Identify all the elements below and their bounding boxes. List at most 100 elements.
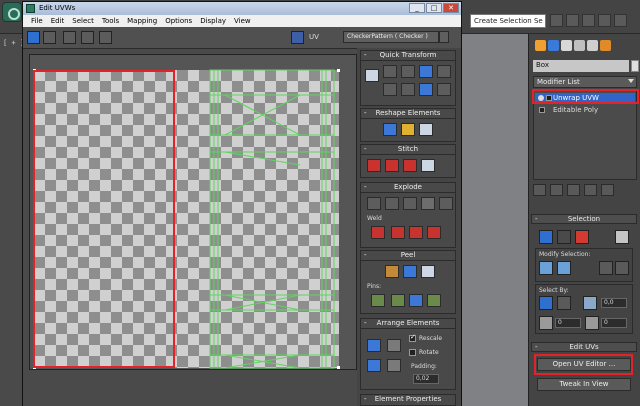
space-vertical-icon[interactable] [401, 83, 415, 96]
tweak-in-view-button[interactable]: Tweak In View [537, 378, 631, 391]
object-color-swatch[interactable] [631, 60, 639, 72]
stitch-settings-icon[interactable] [421, 159, 435, 172]
relax-settings-icon[interactable] [419, 123, 433, 136]
checkbox-checked-icon[interactable] [409, 333, 416, 342]
modifier-toggle-icon[interactable] [539, 107, 545, 113]
mirror-tool-icon[interactable] [99, 31, 112, 44]
point-ring-icon[interactable] [585, 316, 599, 330]
weld-target-icon[interactable] [371, 226, 385, 239]
create-tab-icon[interactable] [535, 40, 546, 51]
pack-normalize-icon[interactable] [367, 339, 381, 352]
align-vertical-icon[interactable] [401, 65, 415, 78]
edge-mode-icon[interactable] [557, 230, 571, 244]
menu-options[interactable]: Options [161, 15, 196, 27]
loop-value-b-field[interactable]: 0 [601, 318, 627, 328]
menu-tools[interactable]: Tools [98, 15, 123, 27]
motion-tab-icon[interactable] [574, 40, 585, 51]
chevron-down-icon[interactable] [439, 31, 449, 43]
edit-uvs-rollout-header[interactable]: - Edit UVs [531, 342, 637, 352]
maximize-button[interactable]: □ [426, 3, 442, 13]
peel-mode-icon[interactable] [403, 265, 417, 278]
break-by-smoothing-icon[interactable] [403, 197, 417, 210]
menu-edit[interactable]: Edit [47, 15, 69, 27]
explode-settings-icon[interactable] [439, 197, 453, 210]
make-unique-icon[interactable] [567, 184, 580, 196]
modifier-list-dropdown[interactable]: Modifier List [533, 76, 637, 88]
grow-selection-icon[interactable] [539, 261, 553, 275]
window-titlebar[interactable]: Edit UVWs _ □ ✕ [23, 2, 461, 15]
loop-selection-icon[interactable] [599, 261, 613, 275]
scale-tool-icon[interactable] [63, 31, 76, 44]
section-header[interactable]: - Arrange Elements [361, 319, 455, 329]
point-loop-icon[interactable] [539, 316, 553, 330]
select-pinned-icon[interactable] [427, 294, 441, 307]
show-end-result-icon[interactable] [550, 184, 563, 196]
render-icon[interactable] [614, 14, 627, 27]
rotate-checkbox[interactable]: Rotate [409, 349, 439, 356]
rescale-elements-icon[interactable] [367, 359, 381, 372]
viewport[interactable] [460, 34, 528, 406]
pack-settings-icon[interactable] [387, 359, 401, 372]
menu-display[interactable]: Display [196, 15, 230, 27]
uv-editor-viewport[interactable] [29, 54, 357, 370]
menu-view[interactable]: View [230, 15, 255, 27]
stitch-average-icon[interactable] [385, 159, 399, 172]
break-icon[interactable] [367, 197, 381, 210]
menu-select[interactable]: Select [68, 15, 98, 27]
rotate-90-icon[interactable] [419, 65, 433, 78]
section-header[interactable]: - Explode [361, 183, 455, 193]
rotate-minus-90-icon[interactable] [419, 83, 433, 96]
configure-sets-icon[interactable] [601, 184, 614, 196]
pin-stack-icon[interactable] [533, 184, 546, 196]
remove-modifier-icon[interactable] [584, 184, 597, 196]
app-logo-icon[interactable] [2, 2, 22, 22]
relax-icon[interactable] [401, 123, 415, 136]
layer-icon[interactable] [550, 14, 563, 27]
shrink-selection-icon[interactable] [557, 261, 571, 275]
align-horizontal-icon[interactable] [383, 65, 397, 78]
rotate-tool-icon[interactable] [43, 31, 56, 44]
straighten-icon[interactable] [383, 123, 397, 136]
graph-icon[interactable] [566, 14, 579, 27]
pack-custom-icon[interactable] [387, 339, 401, 352]
menu-file[interactable]: File [27, 15, 47, 27]
section-header[interactable]: - Stitch [361, 145, 455, 155]
checkbox-icon[interactable] [409, 349, 416, 356]
planar-angle-icon[interactable] [557, 296, 571, 310]
element-mode-icon[interactable] [615, 230, 629, 244]
display-tab-icon[interactable] [587, 40, 598, 51]
material-icon[interactable] [582, 14, 595, 27]
minimize-button[interactable]: _ [409, 3, 425, 13]
close-button[interactable]: ✕ [443, 3, 459, 13]
section-header[interactable]: - Reshape Elements [361, 109, 455, 119]
selection-set-field[interactable]: Create Selection Se [470, 14, 546, 28]
stitch-source-icon[interactable] [403, 159, 417, 172]
uv-mode-label[interactable]: UV [309, 33, 319, 41]
texture-dropdown[interactable]: CheckerPattern ( Checker ) [343, 31, 439, 43]
stack-item-editable-poly[interactable]: Editable Poly [535, 105, 635, 116]
weld-all-icon[interactable] [409, 226, 423, 239]
padding-field[interactable]: 0,02 [413, 374, 439, 384]
break-by-polygons-icon[interactable] [385, 197, 399, 210]
flatten-icon[interactable] [421, 197, 435, 210]
rescale-checkbox[interactable]: Rescale [409, 333, 442, 342]
auto-pin-icon[interactable] [409, 294, 423, 307]
render-setup-icon[interactable] [598, 14, 611, 27]
move-tool-icon[interactable] [27, 31, 40, 44]
weld-settings-icon[interactable] [427, 226, 441, 239]
polygon-mode-icon[interactable] [575, 230, 589, 244]
smoothing-group-icon[interactable] [583, 296, 597, 310]
selection-rollout-header[interactable]: - Selection [531, 214, 637, 224]
hierarchy-tab-icon[interactable] [561, 40, 572, 51]
space-horizontal-icon[interactable] [383, 83, 397, 96]
weld-selected-icon[interactable] [391, 226, 405, 239]
stitch-target-icon[interactable] [367, 159, 381, 172]
align-to-edge-icon[interactable] [437, 83, 451, 96]
select-by-value-field[interactable]: 0,0 [601, 298, 627, 308]
quick-peel-icon[interactable] [385, 265, 399, 278]
section-header[interactable]: - Quick Transform [361, 51, 455, 61]
utilities-tab-icon[interactable] [600, 40, 611, 51]
show-map-icon[interactable] [291, 31, 304, 44]
pin-selected-icon[interactable] [371, 294, 385, 307]
loop-value-a-field[interactable]: 0 [555, 318, 581, 328]
